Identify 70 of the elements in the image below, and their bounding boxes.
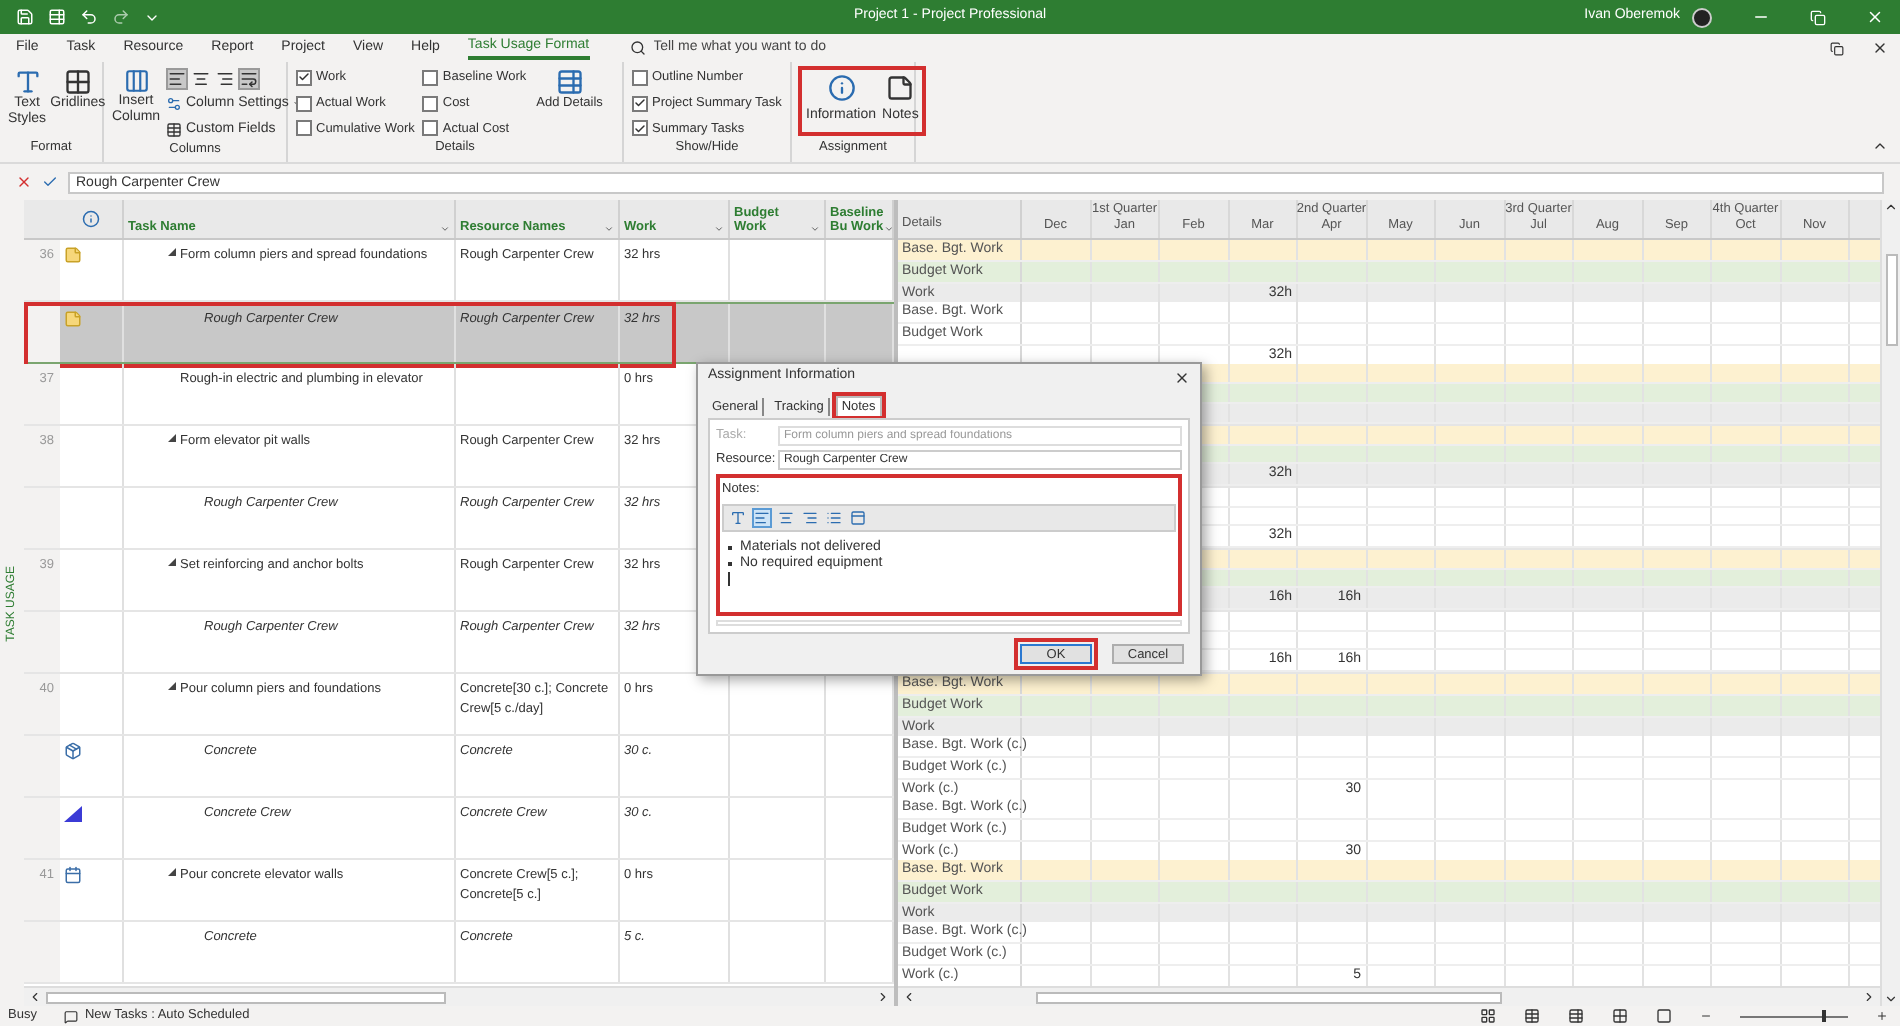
note-icon bbox=[64, 310, 82, 328]
scroll-left-icon[interactable] bbox=[902, 990, 916, 1004]
info-icon bbox=[827, 74, 856, 102]
scroll-right-icon[interactable] bbox=[876, 990, 890, 1004]
align-center-button[interactable] bbox=[190, 68, 212, 90]
dropdown-icon bbox=[440, 224, 450, 234]
checkbox[interactable] bbox=[422, 95, 439, 112]
collapse-icon[interactable] bbox=[168, 558, 180, 566]
checkbox[interactable] bbox=[632, 69, 648, 86]
scroll-left-icon[interactable] bbox=[28, 990, 42, 1004]
checkbox[interactable] bbox=[422, 120, 439, 137]
table-icon[interactable] bbox=[48, 8, 66, 26]
scheduling-icon bbox=[64, 1009, 79, 1023]
package-icon bbox=[64, 742, 82, 760]
text-styles-icon bbox=[13, 68, 42, 96]
align-left-icon[interactable] bbox=[752, 507, 772, 528]
checkbox[interactable] bbox=[632, 95, 648, 112]
dropdown-icon bbox=[883, 224, 892, 234]
checkbox[interactable] bbox=[632, 120, 648, 137]
align-left-button[interactable] bbox=[166, 68, 188, 90]
scroll-down-icon[interactable] bbox=[1884, 992, 1898, 1006]
note-icon bbox=[886, 74, 915, 102]
dropdown-icon bbox=[604, 224, 614, 234]
close-icon[interactable] bbox=[1872, 40, 1888, 56]
scroll-up-icon[interactable] bbox=[1884, 200, 1898, 214]
redo-icon[interactable] bbox=[112, 8, 130, 26]
collapse-icon[interactable] bbox=[168, 434, 180, 442]
insert-object-icon[interactable] bbox=[848, 507, 868, 528]
collapse-icon[interactable] bbox=[168, 248, 180, 256]
font-icon[interactable] bbox=[728, 507, 748, 528]
zoom-slider[interactable] bbox=[1740, 1010, 1848, 1022]
align-right-icon[interactable] bbox=[800, 507, 820, 528]
save-icon[interactable] bbox=[16, 8, 34, 26]
checkbox[interactable] bbox=[422, 69, 439, 86]
checkbox[interactable] bbox=[296, 69, 312, 86]
collapse-ribbon-icon[interactable] bbox=[1872, 138, 1888, 154]
cancel-entry-icon[interactable] bbox=[16, 174, 32, 190]
align-center-icon[interactable] bbox=[776, 507, 796, 528]
view-icon[interactable] bbox=[1656, 1008, 1672, 1024]
checkbox[interactable] bbox=[296, 120, 312, 137]
column-settings-icon bbox=[166, 96, 182, 113]
view-icon[interactable] bbox=[1524, 1008, 1540, 1024]
info-icon bbox=[82, 210, 100, 228]
collapse-icon[interactable] bbox=[168, 682, 180, 690]
note-icon bbox=[64, 246, 82, 264]
scroll-right-icon[interactable] bbox=[1862, 990, 1876, 1004]
avatar bbox=[1692, 7, 1712, 27]
collapse-icon[interactable] bbox=[168, 868, 180, 876]
wrap-text-button[interactable] bbox=[238, 68, 260, 90]
search-icon bbox=[629, 40, 646, 56]
custom-fields-icon bbox=[166, 121, 182, 138]
zoom-out-icon[interactable] bbox=[1700, 1010, 1712, 1022]
gridlines-icon bbox=[63, 68, 92, 96]
zoom-in-icon[interactable] bbox=[1876, 1010, 1888, 1022]
ramp-icon bbox=[64, 804, 82, 822]
confirm-entry-icon[interactable] bbox=[42, 174, 58, 190]
calendar-icon bbox=[64, 866, 82, 884]
dropdown-icon bbox=[714, 224, 724, 234]
add-details-icon bbox=[555, 68, 584, 96]
restore-icon[interactable] bbox=[1830, 41, 1844, 55]
insert-column-icon bbox=[123, 68, 149, 94]
view-icon[interactable] bbox=[1568, 1008, 1584, 1024]
undo-icon[interactable] bbox=[80, 8, 98, 26]
view-icon[interactable] bbox=[1612, 1008, 1628, 1024]
dropdown-icon bbox=[810, 224, 820, 234]
restore-icon[interactable] bbox=[1810, 9, 1826, 25]
align-right-button[interactable] bbox=[214, 68, 236, 90]
view-icon[interactable] bbox=[1480, 1008, 1496, 1024]
checkbox[interactable] bbox=[296, 95, 312, 112]
close-icon[interactable] bbox=[1174, 369, 1190, 385]
